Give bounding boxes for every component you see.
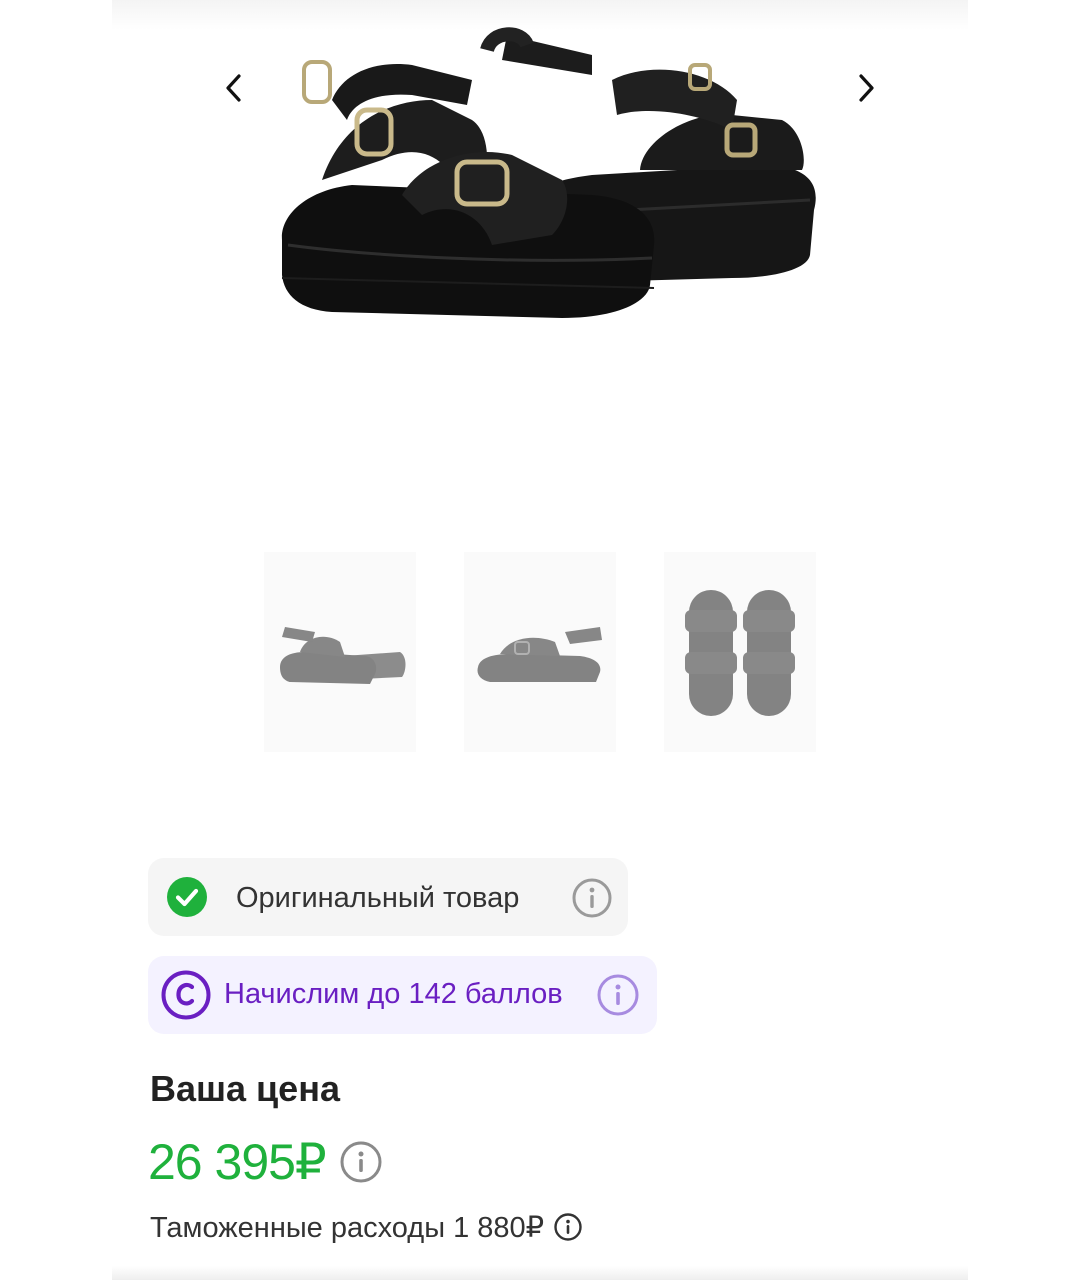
sandal-top-view [685, 590, 795, 716]
thumbnail-3[interactable] [664, 552, 816, 752]
gallery-next-button[interactable] [844, 66, 888, 110]
check-circle-icon [167, 877, 207, 917]
info-icon [340, 1141, 382, 1183]
chevron-left-icon [226, 74, 241, 102]
thumbnail-1[interactable] [264, 552, 416, 752]
chevron-right-icon [859, 74, 874, 102]
original-product-label: Оригинальный товар [236, 882, 520, 914]
info-icon[interactable] [597, 974, 639, 1016]
product-gallery [112, 0, 968, 520]
bottom-shadow [112, 1266, 968, 1280]
price-value: 26 395₽ [148, 1134, 327, 1190]
price-row: 26 395₽ [148, 1132, 382, 1192]
price-info-button[interactable] [340, 1141, 382, 1183]
customs-info-button[interactable] [554, 1213, 582, 1241]
info-icon [554, 1213, 582, 1241]
thumbnail-strip [0, 552, 1080, 752]
thumbnail-2[interactable] [464, 552, 616, 752]
info-icon[interactable] [572, 878, 612, 918]
bonus-coin-icon [161, 970, 211, 1020]
sandal-side-view-alt [477, 627, 602, 682]
gallery-prev-button[interactable] [212, 66, 256, 110]
sandal-side-view [280, 627, 406, 684]
product-main-image[interactable] [262, 20, 822, 330]
original-product-badge[interactable]: Оригинальный товар [148, 858, 628, 936]
bonus-points-label: Начислим до 142 баллов [224, 978, 563, 1010]
customs-fee-label: Таможенные расходы 1 880₽ [150, 1211, 545, 1244]
customs-fee: Таможенные расходы 1 880₽ [150, 1208, 582, 1246]
price-title: Ваша цена [150, 1068, 340, 1109]
bonus-points-badge[interactable]: Начислим до 142 баллов [148, 956, 657, 1034]
